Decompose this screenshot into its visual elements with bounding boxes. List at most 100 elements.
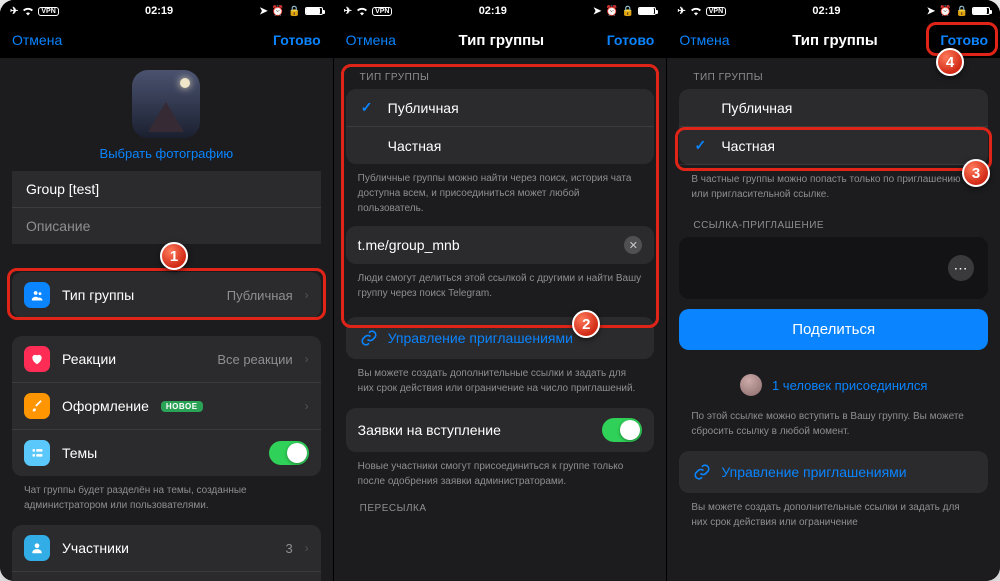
choose-photo-link[interactable]: Выбрать фотографию xyxy=(0,146,333,161)
group-avatar[interactable] xyxy=(132,70,200,138)
alarm-icon: ⏰ xyxy=(939,6,951,17)
type-foot: Публичные группы можно найти через поиск… xyxy=(334,164,667,220)
check-icon: ✓ xyxy=(691,137,709,154)
invite-section-h: ССЫЛКА-ПРИГЛАШЕНИЕ xyxy=(667,206,1000,237)
invite-link-field[interactable]: ⋯ xyxy=(679,237,988,299)
status-time: 02:19 xyxy=(145,5,173,17)
battery-icon xyxy=(305,7,323,15)
manage-invites-label: Управление приглашениями xyxy=(388,330,573,346)
group-name-input[interactable]: Group [test] xyxy=(12,171,321,208)
wifi-icon xyxy=(356,7,368,16)
status-bar: ✈︎ VPN 02:19 ➤ ⏰ 🔒 xyxy=(667,0,1000,22)
name-desc-card: Group [test] Описание xyxy=(12,171,321,244)
option-public[interactable]: ✓ Публичная xyxy=(679,89,988,127)
screen-1-edit-group: ✈︎ VPN 02:19 ➤ ⏰ 🔒 Отмена Готово Выбрать… xyxy=(0,0,334,581)
join-requests-toggle[interactable] xyxy=(602,418,642,442)
new-badge: НОВОЕ xyxy=(161,401,203,412)
option-public-label: Публичная xyxy=(721,100,976,116)
join-requests-label: Заявки на вступление xyxy=(358,422,591,438)
reactions-label: Реакции xyxy=(62,351,205,367)
joined-label: 1 человек присоединился xyxy=(772,378,927,393)
topics-toggle[interactable] xyxy=(269,441,309,465)
join-foot: Новые участники смогут присоединиться к … xyxy=(334,452,667,493)
topics-label: Темы xyxy=(62,445,257,461)
nav-bar: Отмена Тип группы Готово xyxy=(334,22,667,58)
battery-icon xyxy=(638,7,656,15)
type-foot: В частные группы можно попасть только по… xyxy=(667,165,1000,206)
nav-title: Тип группы xyxy=(459,32,545,49)
group-type-row[interactable]: Тип группы Публичная › xyxy=(12,272,321,318)
nav-bar: Отмена Готово xyxy=(0,22,333,58)
location-icon: ➤ xyxy=(259,6,267,17)
members-row[interactable]: Участники 3 › xyxy=(12,525,321,572)
group-type-label: Тип группы xyxy=(62,287,215,303)
screen-2-group-type-public: ✈︎ VPN 02:19 ➤ ⏰ 🔒 Отмена Тип группы Гот… xyxy=(334,0,668,581)
permissions-row[interactable]: Разрешения 12/14 › xyxy=(12,572,321,581)
lock-icon: 🔒 xyxy=(622,6,634,17)
vpn-badge: VPN xyxy=(706,7,726,16)
lock-icon: 🔒 xyxy=(956,6,968,17)
check-icon: ✓ xyxy=(358,99,376,116)
nav-title: Тип группы xyxy=(792,32,878,49)
link-foot: Люди смогут делиться этой ссылкой с друг… xyxy=(334,264,667,305)
group-desc-input[interactable]: Описание xyxy=(12,208,321,244)
vpn-badge: VPN xyxy=(38,7,58,16)
lock-icon: 🔒 xyxy=(288,6,300,17)
public-link-value: t.me/group_mnb xyxy=(358,237,613,253)
avatar xyxy=(740,374,762,396)
screen-3-group-type-private: ✈︎ VPN 02:19 ➤ ⏰ 🔒 Отмена Тип группы Гот… xyxy=(667,0,1000,581)
chevron-right-icon: › xyxy=(305,541,309,555)
cancel-button[interactable]: Отмена xyxy=(346,32,396,48)
status-time: 02:19 xyxy=(479,5,507,17)
more-icon[interactable]: ⋯ xyxy=(948,255,974,281)
option-private[interactable]: ✓ Частная xyxy=(346,127,655,164)
design-label: Оформление xyxy=(62,398,149,414)
members-value: 3 xyxy=(285,541,292,556)
step-badge-1: 1 xyxy=(160,242,188,270)
share-button[interactable]: Поделиться xyxy=(679,309,988,350)
cancel-button[interactable]: Отмена xyxy=(12,32,62,48)
join-requests-row[interactable]: Заявки на вступление xyxy=(346,408,655,452)
wifi-icon xyxy=(690,7,702,16)
step-badge-4: 4 xyxy=(936,48,964,76)
public-link-row[interactable]: t.me/group_mnb ✕ xyxy=(346,226,655,264)
topics-foot: Чат группы будет разделён на темы, созда… xyxy=(0,476,333,517)
status-bar: ✈︎ VPN 02:19 ➤ ⏰ 🔒 xyxy=(334,0,667,22)
clear-link-button[interactable]: ✕ xyxy=(624,236,642,254)
link-icon xyxy=(693,463,711,481)
alarm-icon: ⏰ xyxy=(605,6,617,17)
reactions-row[interactable]: Реакции Все реакции › xyxy=(12,336,321,383)
option-private-label: Частная xyxy=(388,138,643,154)
joined-row[interactable]: 1 человек присоединился xyxy=(679,360,988,402)
status-time: 02:19 xyxy=(812,5,840,17)
topics-row[interactable]: Темы xyxy=(12,430,321,476)
heart-icon xyxy=(24,346,50,372)
vpn-badge: VPN xyxy=(372,7,392,16)
battery-icon xyxy=(972,7,990,15)
chevron-right-icon: › xyxy=(305,288,309,302)
option-private[interactable]: ✓ Частная xyxy=(679,127,988,165)
chevron-right-icon: › xyxy=(305,399,309,413)
manage-invites-row[interactable]: Управление приглашениями xyxy=(346,317,655,359)
step-badge-3: 3 xyxy=(962,159,990,187)
done-button[interactable]: Готово xyxy=(940,32,988,48)
members-label: Участники xyxy=(62,540,273,556)
type-section-h: ТИП ГРУППЫ xyxy=(334,58,667,89)
design-row[interactable]: Оформление НОВОЕ › xyxy=(12,383,321,430)
manage-invites-row[interactable]: Управление приглашениями xyxy=(679,451,988,493)
cancel-button[interactable]: Отмена xyxy=(679,32,729,48)
option-public[interactable]: ✓ Публичная xyxy=(346,89,655,127)
topics-icon xyxy=(24,440,50,466)
option-private-label: Частная xyxy=(721,138,976,154)
member-icon xyxy=(24,535,50,561)
brush-icon xyxy=(24,393,50,419)
wifi-icon xyxy=(22,7,34,16)
airplane-icon: ✈︎ xyxy=(677,6,685,17)
status-bar: ✈︎ VPN 02:19 ➤ ⏰ 🔒 xyxy=(0,0,333,22)
alarm-icon: ⏰ xyxy=(272,6,284,17)
done-button[interactable]: Готово xyxy=(273,32,321,48)
location-icon: ➤ xyxy=(593,6,601,17)
done-button[interactable]: Готово xyxy=(607,32,655,48)
option-public-label: Публичная xyxy=(388,100,643,116)
people-icon xyxy=(24,282,50,308)
